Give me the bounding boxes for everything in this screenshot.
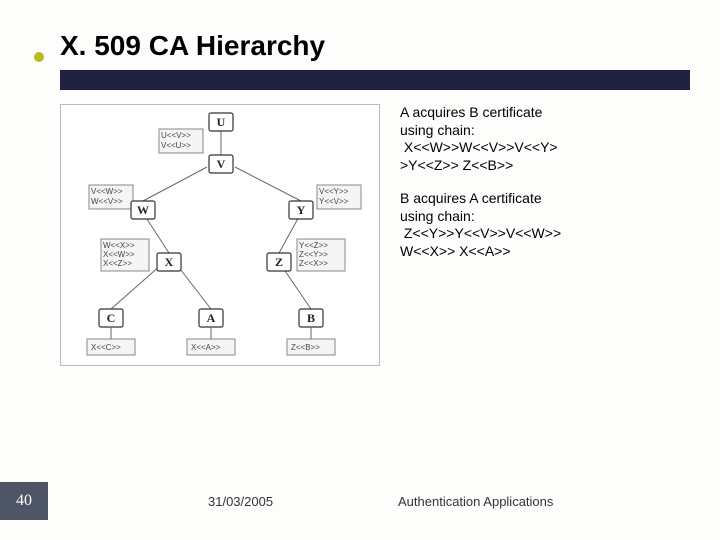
cert-v-y-1: V<<Y>> — [319, 187, 349, 196]
cert-u-v-1: U<<V>> — [161, 131, 191, 140]
cert-x-c: X<<C>> — [91, 343, 121, 352]
node-a: A — [207, 311, 216, 325]
node-y: Y — [297, 203, 306, 217]
title-bullet — [34, 52, 44, 62]
p1-line1: A acquires B certificate — [400, 104, 690, 122]
cert-v-y-2: Y<<V>> — [319, 197, 349, 206]
cert-v-w-2: W<<V>> — [91, 197, 123, 206]
p2-chain-b: W<<X>> X<<A>> — [400, 243, 690, 261]
cert-w-x-1: W<<X>> — [103, 241, 135, 250]
para-a-acquires-b: A acquires B certificate using chain: X<… — [400, 104, 690, 174]
title-underline — [60, 70, 690, 90]
node-x: X — [165, 255, 174, 269]
node-v: V — [217, 157, 226, 171]
cert-x-a: X<<A>> — [191, 343, 221, 352]
p1-chain-a: X<<W>>W<<V>>V<<Y> — [400, 139, 690, 157]
p1-line2: using chain: — [400, 122, 690, 140]
node-u: U — [217, 115, 226, 129]
p2-chain-a: Z<<Y>>Y<<V>>V<<W>> — [400, 225, 690, 243]
footer-text: Authentication Applications — [398, 494, 720, 509]
cert-w-x-3: X<<Z>> — [103, 259, 132, 268]
text-column: A acquires B certificate using chain: X<… — [400, 104, 690, 366]
footer: 40 31/03/2005 Authentication Application… — [0, 482, 720, 520]
cert-y-z-1: Y<<Z>> — [299, 241, 328, 250]
node-b: B — [307, 311, 315, 325]
cert-v-w-1: V<<W>> — [91, 187, 123, 196]
cert-y-z-3: Z<<X>> — [299, 259, 328, 268]
node-z: Z — [275, 255, 283, 269]
cert-w-x-2: X<<W>> — [103, 250, 135, 259]
cert-z-b: Z<<B>> — [291, 343, 320, 352]
node-c: C — [107, 311, 116, 325]
footer-date: 31/03/2005 — [208, 494, 398, 509]
node-w: W — [137, 203, 149, 217]
cert-u-v-2: V<<U>> — [161, 141, 191, 150]
body-area: U U<<V>> V<<U>> V V<<W>> W<<V>> W — [60, 104, 690, 366]
p2-line1: B acquires A certificate — [400, 190, 690, 208]
slide-number: 40 — [0, 482, 48, 520]
p1-chain-b: >Y<<Z>> Z<<B>> — [400, 157, 690, 175]
slide-title: X. 509 CA Hierarchy — [60, 30, 690, 62]
para-b-acquires-a: B acquires A certificate using chain: Z<… — [400, 190, 690, 260]
diagram-column: U U<<V>> V<<U>> V V<<W>> W<<V>> W — [60, 104, 380, 366]
cert-y-z-2: Z<<Y>> — [299, 250, 328, 259]
ca-hierarchy-diagram: U U<<V>> V<<U>> V V<<W>> W<<V>> W — [60, 104, 380, 366]
p2-line2: using chain: — [400, 208, 690, 226]
